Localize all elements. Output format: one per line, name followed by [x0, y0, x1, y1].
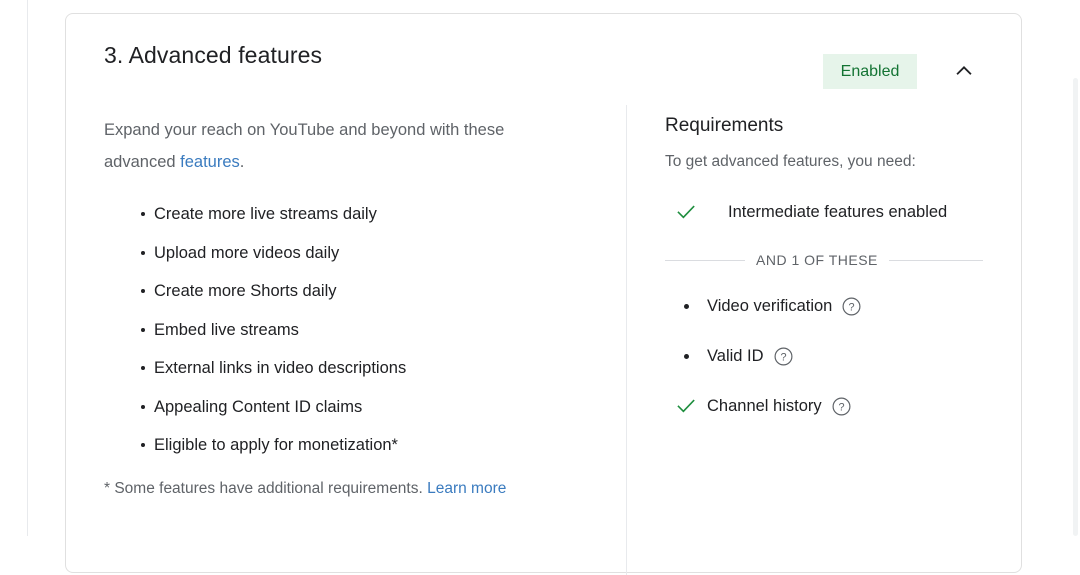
requirements-title: Requirements: [665, 115, 784, 136]
requirement-label: Channel history: [707, 396, 822, 415]
and-divider: AND 1 OF THESE: [665, 252, 983, 268]
requirement-primary: Intermediate features enabled: [665, 200, 995, 224]
description-text-lead: Expand your reach on YouTube and beyond …: [104, 121, 505, 171]
status-badge: Enabled: [823, 54, 917, 89]
chevron-up-icon: [951, 58, 977, 87]
requirement-options-list: Video verification ? Valid ID ? Channel …: [665, 294, 995, 418]
requirements-column: Requirements To get advanced features, y…: [665, 114, 995, 444]
column-divider: [626, 105, 627, 575]
list-item: Embed live streams: [104, 320, 624, 341]
list-item: Create more Shorts daily: [104, 281, 624, 302]
requirement-label: Valid ID: [707, 346, 764, 365]
and-divider-label: AND 1 OF THESE: [756, 252, 878, 268]
list-item: Create more live streams daily: [104, 204, 624, 225]
page-left-rule: [27, 0, 28, 536]
help-circle-icon[interactable]: ?: [841, 296, 862, 317]
list-item: Channel history ?: [665, 394, 995, 418]
requirement-label: Video verification: [707, 296, 833, 315]
page-scrollbar[interactable]: [1073, 78, 1078, 536]
list-item: Valid ID ?: [665, 344, 995, 368]
list-item: Appealing Content ID claims: [104, 397, 624, 418]
description-text-tail: .: [239, 153, 245, 171]
divider-rule-left: [665, 259, 745, 261]
check-icon: [665, 200, 707, 224]
requirement-label: Intermediate features enabled: [728, 202, 948, 221]
requirements-subtitle: To get advanced features, you need:: [665, 153, 916, 170]
list-item: Upload more videos daily: [104, 243, 624, 264]
page-title: 3. Advanced features: [104, 42, 323, 68]
list-item: Video verification ?: [665, 294, 995, 318]
features-link[interactable]: features: [180, 153, 240, 171]
bullet-icon: [665, 353, 707, 359]
bullet-icon: [665, 303, 707, 309]
card-header: 3. Advanced features Enabled: [66, 14, 1021, 104]
advanced-features-card: 3. Advanced features Enabled Expand your…: [65, 13, 1022, 575]
learn-more-link[interactable]: Learn more: [427, 480, 506, 497]
feature-list: Create more live streams daily Upload mo…: [104, 204, 624, 456]
section-description: Expand your reach on YouTube and beyond …: [104, 114, 554, 178]
divider-rule-right: [888, 259, 983, 261]
collapse-section-button[interactable]: [946, 54, 982, 90]
help-circle-icon[interactable]: ?: [773, 346, 794, 367]
footnote: * Some features have additional requirem…: [104, 476, 559, 501]
help-circle-icon[interactable]: ?: [831, 396, 852, 417]
svg-text:?: ?: [838, 401, 844, 413]
list-item: Eligible to apply for monetization*: [104, 435, 624, 456]
features-column: Expand your reach on YouTube and beyond …: [104, 114, 624, 501]
footnote-text: * Some features have additional requirem…: [104, 480, 428, 497]
list-item: External links in video descriptions: [104, 358, 624, 379]
svg-text:?: ?: [780, 351, 786, 363]
svg-text:?: ?: [849, 301, 855, 313]
check-icon: [665, 394, 707, 418]
